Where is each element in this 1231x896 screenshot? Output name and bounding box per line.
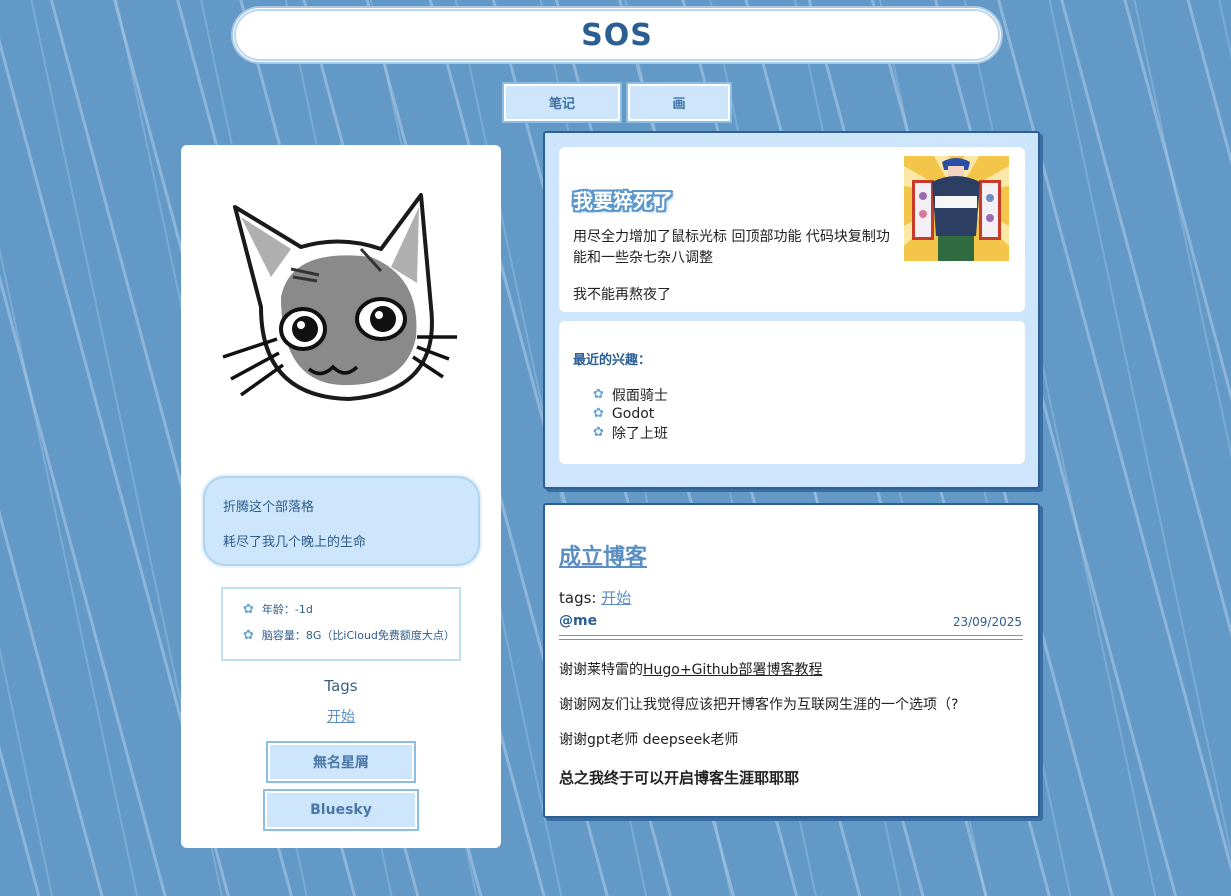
post-tag-link[interactable]: 开始	[601, 589, 631, 607]
character-illustration	[904, 156, 1009, 261]
flower-icon: ✿	[243, 601, 254, 617]
post-tags-label: tags:	[559, 589, 597, 607]
interests-panel: 最近的兴趣： ✿ 假面骑士 ✿ Godot ✿ 除了上班	[559, 321, 1025, 464]
intro-card: 我要猝死了 用尽全力增加了鼠标光标 回顶部功能 代码块复制功能和一些杂七杂八调整…	[543, 131, 1040, 489]
intro-top-panel: 我要猝死了 用尽全力增加了鼠标光标 回顶部功能 代码块复制功能和一些杂七杂八调整…	[559, 147, 1025, 312]
stat-brain: ✿ 脑容量：8G（比iCloud免费额度大点）	[243, 627, 459, 643]
post-divider	[559, 635, 1023, 640]
stat-age-text: 年龄：-1d	[261, 603, 313, 616]
stat-age: ✿ 年龄：-1d	[243, 601, 459, 617]
bubble-line-1: 折腾这个部落格	[223, 500, 315, 515]
tutorial-link[interactable]: Hugo+Github部署博客教程	[643, 662, 822, 678]
nav-drawings-button[interactable]: 画	[626, 82, 732, 123]
profile-stats: ✿ 年龄：-1d ✿ 脑容量：8G（比iCloud免费额度大点）	[221, 587, 461, 661]
list-item: ✿ Godot	[593, 404, 668, 423]
site-header: SOS	[234, 9, 1000, 61]
interest-text: 除了上班	[611, 425, 668, 442]
intro-paragraph-2: 我不能再熬夜了	[573, 287, 671, 303]
bubble-line-2: 耗尽了我几个晚上的生命	[223, 535, 367, 550]
site-title[interactable]: SOS	[581, 18, 653, 53]
speech-bubble: 折腾这个部落格 耗尽了我几个晚上的生命	[203, 476, 480, 566]
post-paragraph-3: 谢谢gpt老师 deepseek老师	[559, 732, 739, 748]
post-author: @me	[559, 613, 598, 629]
post-tags: tags: 开始	[559, 587, 631, 608]
post-paragraph-4: 总之我终于可以开启博客生涯耶耶耶	[559, 769, 800, 787]
nav-notes-button[interactable]: 笔记	[502, 82, 622, 123]
intro-paragraph-1: 用尽全力增加了鼠标光标 回顶部功能 代码块复制功能和一些杂七杂八调整	[573, 229, 890, 266]
interests-list: ✿ 假面骑士 ✿ Godot ✿ 除了上班	[593, 385, 668, 442]
interest-text: Godot	[611, 405, 655, 422]
post-date: 23/09/2025	[952, 615, 1022, 629]
flower-icon: ✿	[593, 425, 604, 440]
post-card: 成立博客 tags: 开始 @me 23/09/2025 谢谢莱特雷的Hugo+…	[543, 503, 1040, 818]
list-item: ✿ 假面骑士	[593, 385, 668, 404]
post-paragraph-2: 谢谢网友们让我觉得应该把开博客作为互联网生涯的一个选项（?	[559, 697, 959, 713]
flower-icon: ✿	[243, 627, 254, 643]
intro-title: 我要猝死了	[573, 189, 673, 213]
stat-brain-text: 脑容量：8G（比iCloud免费额度大点）	[261, 629, 455, 642]
wumingxingxie-link-button[interactable]: 無名星屑	[266, 741, 416, 783]
post-paragraph-1: 谢谢莱特雷的Hugo+Github部署博客教程	[559, 659, 822, 679]
bluesky-link-button[interactable]: Bluesky	[263, 789, 419, 831]
list-item: ✿ 除了上班	[593, 423, 668, 442]
tags-heading: Tags	[324, 677, 358, 695]
interest-text: 假面骑士	[611, 387, 668, 404]
interests-heading: 最近的兴趣：	[573, 353, 652, 368]
post-paragraph-1-text: 谢谢莱特雷的	[559, 662, 643, 678]
post-title-link[interactable]: 成立博客	[559, 539, 647, 571]
flower-icon: ✿	[593, 387, 604, 402]
flower-icon: ✿	[593, 406, 604, 421]
cat-avatar	[222, 193, 457, 401]
tag-link-start[interactable]: 开始	[181, 706, 501, 726]
sidebar: 折腾这个部落格 耗尽了我几个晚上的生命 ✿ 年龄：-1d ✿ 脑容量：8G（比i…	[181, 145, 501, 848]
